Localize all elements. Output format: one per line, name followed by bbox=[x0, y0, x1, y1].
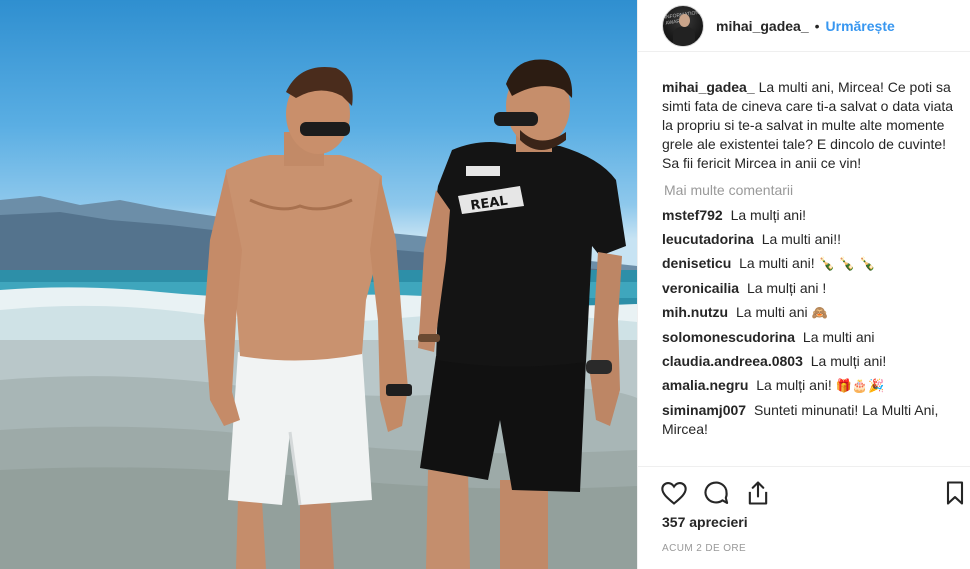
champagne-emoji: 🍾 🍾 🍾 bbox=[818, 257, 876, 272]
comment-row: solomonescudorina La multi ani bbox=[662, 328, 962, 347]
comment-text: La multi ani! bbox=[739, 255, 815, 271]
comment-username[interactable]: leucutadorina bbox=[662, 231, 754, 247]
comment-text: La mulți ani ! bbox=[746, 280, 827, 296]
post-header: INFORMATION AWARDS mihai_gadea_ • Urmăre… bbox=[638, 0, 970, 52]
comment-row: claudia.andreea.0803 La mulți ani! bbox=[662, 352, 962, 371]
comment-row: mstef792 La mulți ani! bbox=[662, 206, 962, 225]
comment-username[interactable]: siminamj007 bbox=[662, 402, 746, 418]
comment-text: La multi ani bbox=[736, 304, 808, 320]
comment-row: mih.nutzu La multi ani 🙈 bbox=[662, 303, 962, 323]
comment-username[interactable]: mih.nutzu bbox=[662, 304, 728, 320]
comments-list[interactable]: mihai_gadea_ La multi ani, Mircea! Ce pot… bbox=[662, 78, 962, 464]
follow-button[interactable]: Urmărește bbox=[826, 18, 895, 34]
header-separator: • bbox=[814, 17, 820, 34]
comment-bubble-icon[interactable] bbox=[702, 479, 730, 507]
comment-row: siminamj007 Sunteti minunati! La Multi A… bbox=[662, 401, 962, 439]
comment-username[interactable]: mstef792 bbox=[662, 207, 723, 223]
post-caption: mihai_gadea_ La multi ani, Mircea! Ce pot… bbox=[662, 78, 962, 173]
comment-username[interactable]: claudia.andreea.0803 bbox=[662, 353, 803, 369]
share-icon[interactable] bbox=[744, 479, 772, 507]
beach-photo-illustration: REAL bbox=[0, 59, 637, 569]
comment-row: veronicailia La mulți ani ! bbox=[662, 279, 962, 298]
comment-text: La mulți ani! bbox=[756, 377, 832, 393]
see-no-evil-monkey-emoji: 🙈 bbox=[811, 306, 828, 321]
comment-text: La mulți ani! bbox=[730, 207, 807, 223]
comment-username[interactable]: solomonescudorina bbox=[662, 329, 795, 345]
post-timestamp: ACUM 2 DE ORE bbox=[662, 543, 747, 554]
comment-username[interactable]: veronicailia bbox=[662, 280, 739, 296]
header-username[interactable]: mihai_gadea_ bbox=[716, 18, 809, 34]
comment-username[interactable]: amalia.negru bbox=[662, 377, 748, 393]
comment-text: La multi ani bbox=[802, 329, 875, 345]
comment-row: deniseticu La multi ani! 🍾 🍾 🍾 bbox=[662, 254, 962, 274]
post-side-panel: INFORMATION AWARDS mihai_gadea_ • Urmăre… bbox=[637, 0, 970, 569]
more-comments-link[interactable]: Mai multe comentarii bbox=[664, 181, 962, 200]
action-bar bbox=[638, 466, 970, 514]
heart-icon[interactable] bbox=[660, 479, 688, 507]
comment-row: leucutadorina La multi ani!! bbox=[662, 230, 962, 249]
gift-cake-party-emoji: 🎁🎂🎉 bbox=[835, 379, 885, 394]
comment-text: La multi ani!! bbox=[761, 231, 842, 247]
comment-text: La mulți ani! bbox=[810, 353, 887, 369]
comment-username[interactable]: deniseticu bbox=[662, 255, 731, 271]
likes-count[interactable]: 357 aprecieri bbox=[662, 514, 748, 530]
post-photo[interactable]: REAL bbox=[0, 0, 637, 569]
avatar[interactable]: INFORMATION AWARDS bbox=[662, 4, 704, 47]
comment-row: amalia.negru La mulți ani! 🎁🎂🎉 bbox=[662, 376, 962, 396]
bookmark-icon[interactable] bbox=[941, 479, 969, 507]
caption-username[interactable]: mihai_gadea_ bbox=[662, 79, 755, 95]
